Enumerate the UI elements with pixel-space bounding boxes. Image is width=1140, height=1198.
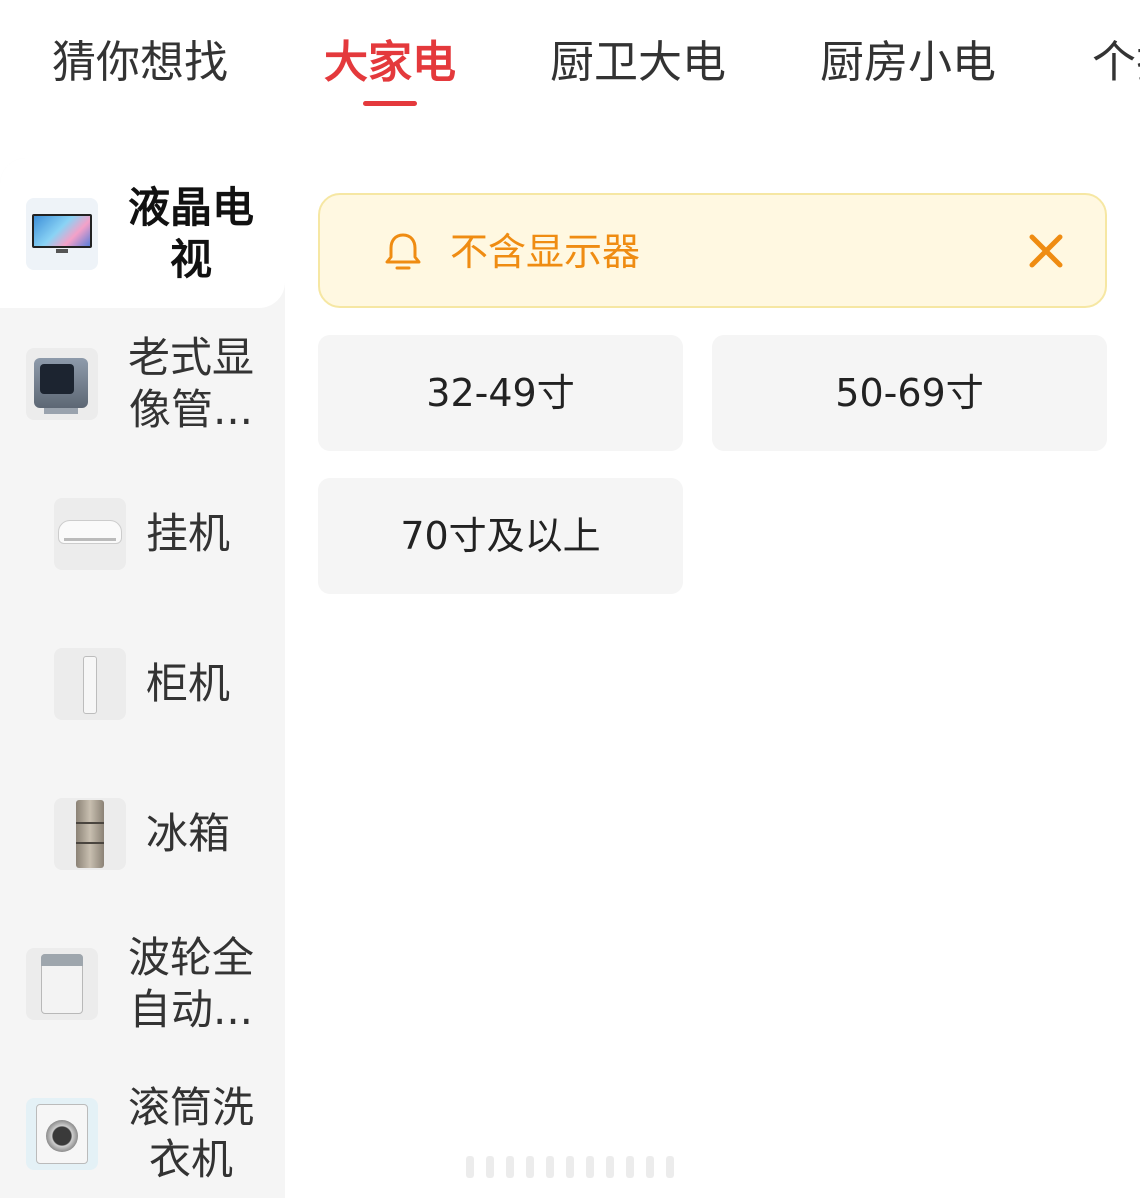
sidebar-item-label: 冰箱 xyxy=(146,809,231,858)
top-tab-bar: 猜你想找 大家电 厨卫大电 厨房小电 个护 xyxy=(0,0,1140,130)
sidebar-item-crt-tv[interactable]: 老式显像管... xyxy=(0,308,285,458)
tab-guess-you-like[interactable]: 猜你想找 xyxy=(52,36,228,90)
sidebar-item-label: 滚筒洗衣机 xyxy=(127,1083,254,1184)
wall-ac-thumbnail xyxy=(54,498,126,570)
front-load-washer-thumbnail xyxy=(26,1098,98,1170)
sidebar-item-floor-ac[interactable]: 柜机 xyxy=(0,608,285,758)
top-load-washer-thumbnail xyxy=(26,948,98,1020)
size-chip-70-plus[interactable]: 70寸及以上 xyxy=(318,478,683,594)
sidebar-item-wall-ac[interactable]: 挂机 xyxy=(0,458,285,608)
close-icon[interactable] xyxy=(1024,229,1068,273)
crt-tv-thumbnail xyxy=(26,348,98,420)
sidebar-item-label: 波轮全自动... xyxy=(127,933,254,1034)
page-root: 猜你想找 大家电 厨卫大电 厨房小电 个护 液晶电视 老式显像管... 挂机 xyxy=(0,0,1140,1198)
category-sidebar[interactable]: 液晶电视 老式显像管... 挂机 柜机 冰箱 波轮全自动... 滚筒洗衣机 xyxy=(0,158,285,1198)
lcd-tv-thumbnail xyxy=(26,198,98,270)
sidebar-item-label: 老式显像管... xyxy=(127,333,254,434)
active-tab-indicator xyxy=(363,101,417,106)
sidebar-item-label: 挂机 xyxy=(146,509,231,558)
notice-text: 不含显示器 xyxy=(450,230,641,274)
sidebar-item-lcd-tv[interactable]: 液晶电视 xyxy=(0,158,285,308)
tab-large-appliances[interactable]: 大家电 xyxy=(324,36,456,90)
scroll-indicator xyxy=(466,1150,676,1184)
bell-icon xyxy=(385,233,421,270)
sidebar-item-fridge[interactable]: 冰箱 xyxy=(0,758,285,908)
notice-banner: 不含显示器 xyxy=(318,193,1107,308)
size-chip-32-49[interactable]: 32-49寸 xyxy=(318,335,683,451)
sidebar-item-front-load-washer[interactable]: 滚筒洗衣机 xyxy=(0,1058,285,1198)
fridge-thumbnail xyxy=(54,798,126,870)
sidebar-item-top-load-washer[interactable]: 波轮全自动... xyxy=(0,908,285,1058)
sidebar-item-label: 柜机 xyxy=(146,659,231,708)
tab-kitchen-bath-appliances[interactable]: 厨卫大电 xyxy=(550,36,726,90)
floor-ac-thumbnail xyxy=(54,648,126,720)
tab-small-kitchen-appliances[interactable]: 厨房小电 xyxy=(820,36,996,90)
sidebar-item-label: 液晶电视 xyxy=(127,183,254,284)
size-chip-50-69[interactable]: 50-69寸 xyxy=(712,335,1107,451)
tab-personal-care[interactable]: 个护 xyxy=(1092,36,1140,90)
